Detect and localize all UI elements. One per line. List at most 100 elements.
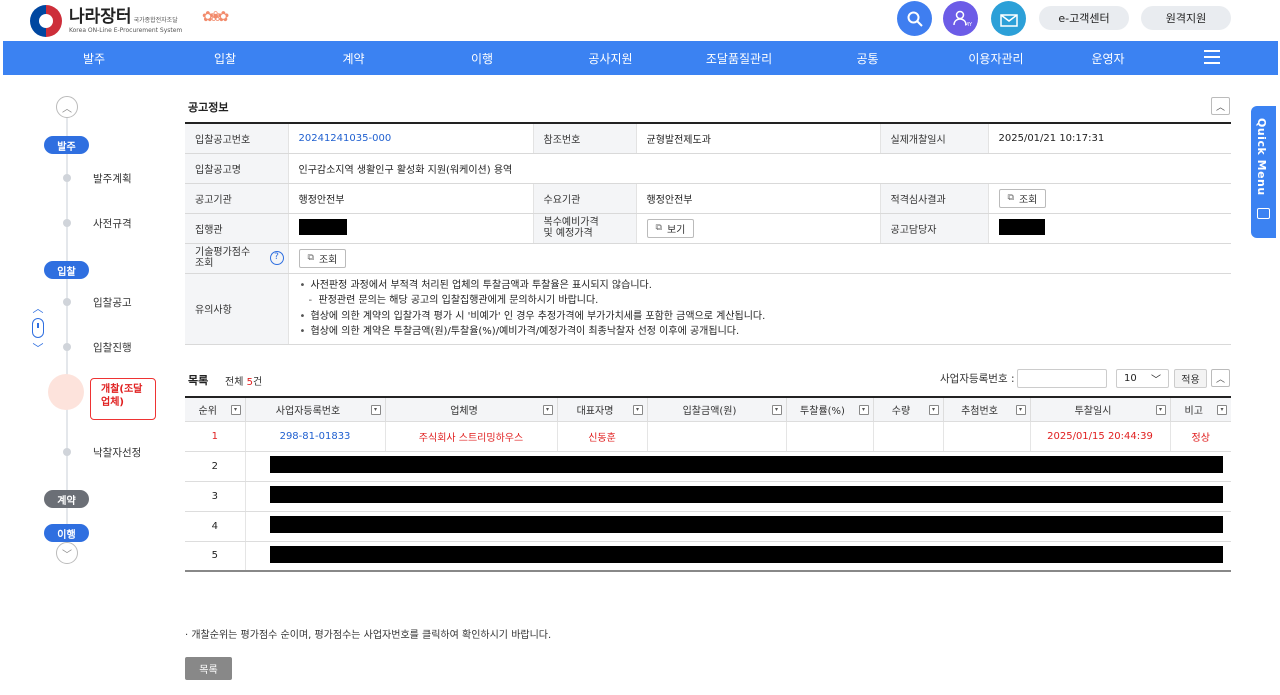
remote-support-button[interactable]: 원격지원 bbox=[1141, 6, 1231, 30]
nav-item-operator[interactable]: 운영자 bbox=[1036, 50, 1180, 67]
nav-item-performance[interactable]: 이행 bbox=[442, 50, 522, 67]
nav-item-user-management[interactable]: 이용자관리 bbox=[956, 50, 1036, 67]
col-header-biz-no[interactable]: 사업자등록번호 ▾ bbox=[245, 397, 386, 422]
col-header-label: 업체명 bbox=[450, 405, 478, 417]
tech-score-view-button[interactable]: ⧉ 조회 bbox=[298, 248, 347, 268]
scroll-up-button[interactable]: ︿ bbox=[56, 96, 78, 118]
step-pre-spec[interactable]: 사전규격 bbox=[93, 216, 132, 231]
nav-item-quality[interactable]: 조달품질관리 bbox=[699, 50, 779, 67]
nav-item-common[interactable]: 공통 bbox=[779, 50, 956, 67]
sort-icon[interactable]: ▾ bbox=[1015, 405, 1026, 415]
qualification-view-button[interactable]: ⧉ 조회 bbox=[998, 188, 1047, 208]
row-redacted bbox=[269, 516, 1223, 533]
sort-icon[interactable]: ▾ bbox=[370, 405, 381, 415]
nav-item-contract[interactable]: 계약 bbox=[265, 50, 442, 67]
bid-no-link[interactable]: 20241241035-000 bbox=[299, 133, 392, 144]
col-header-label: 대표자명 bbox=[576, 405, 614, 417]
step-bid-progress[interactable]: 입찰진행 bbox=[93, 340, 132, 355]
quick-menu-label: Quick Menu bbox=[1255, 118, 1268, 196]
sort-icon[interactable]: ▾ bbox=[1155, 405, 1166, 415]
sort-icon[interactable]: ▾ bbox=[542, 405, 553, 415]
quick-menu[interactable]: Quick Menu bbox=[1251, 106, 1276, 238]
col-header-amount[interactable]: 입찰금액(원) ▾ bbox=[647, 397, 787, 422]
tech-score-label-line1: 기술평가점수 bbox=[195, 246, 251, 258]
col-header-rank[interactable]: 순위 ▾ bbox=[185, 397, 246, 422]
phase-performance[interactable]: 이행 bbox=[44, 524, 89, 542]
active-step-indicator bbox=[48, 374, 84, 410]
site-logo[interactable]: 나라장터 국가종합전자조달 Korea ON-Line E-Procurement… bbox=[30, 5, 182, 37]
apply-button[interactable]: 적용 bbox=[1174, 369, 1207, 388]
page-size-select[interactable]: 10 ﹀ bbox=[1116, 369, 1169, 388]
table-row: 5 bbox=[185, 541, 1231, 571]
demand-org-value: 행정안전부 bbox=[636, 183, 881, 214]
col-header-note[interactable]: 비고 ▾ bbox=[1170, 397, 1231, 422]
chevron-down-icon: ﹀ bbox=[1151, 375, 1161, 386]
biz-no-filter-input[interactable] bbox=[1017, 369, 1107, 388]
customer-center-button[interactable]: e-고객센터 bbox=[1039, 6, 1129, 30]
search-button[interactable] bbox=[897, 1, 932, 36]
note-item: 협상에 의한 계약의 입찰가격 평가 시 '비예가' 인 경우 추정가격에 부가… bbox=[299, 309, 1222, 325]
ranking-footnote: · 개찰순위는 평가점수 순이며, 평가점수는 사업자번호를 클릭하여 확인하시… bbox=[185, 630, 552, 641]
open-datetime-label: 실제개찰일시 bbox=[880, 123, 989, 154]
chevron-down-icon: ﹀ bbox=[62, 549, 72, 561]
top-bar: 나라장터 국가종합전자조달 Korea ON-Line E-Procurement… bbox=[0, 0, 1280, 41]
notice-collapse-button[interactable]: ︿ bbox=[1211, 97, 1230, 115]
manager-redacted bbox=[998, 218, 1045, 235]
qualification-view-label: 조회 bbox=[1018, 194, 1038, 206]
sort-icon[interactable]: ▾ bbox=[230, 405, 241, 415]
phase-contract[interactable]: 계약 bbox=[44, 490, 89, 508]
message-button[interactable] bbox=[991, 1, 1026, 36]
sort-icon[interactable]: ▾ bbox=[928, 405, 939, 415]
sort-icon[interactable]: ▾ bbox=[1217, 405, 1227, 415]
step-award[interactable]: 낙찰자선정 bbox=[93, 445, 141, 460]
col-header-ceo[interactable]: 대표자명 ▾ bbox=[557, 397, 648, 422]
table-row: 2 bbox=[185, 451, 1231, 482]
step-dot bbox=[63, 343, 71, 351]
col-header-rate[interactable]: 투찰률(%) ▾ bbox=[786, 397, 874, 422]
col-header-label: 수량 bbox=[891, 405, 911, 417]
phase-order[interactable]: 발주 bbox=[44, 136, 89, 154]
col-header-draw-no[interactable]: 추첨번호 ▾ bbox=[943, 397, 1031, 422]
mouse-scroll-control[interactable]: ︿ ﹀ bbox=[31, 300, 45, 355]
nav-item-bid[interactable]: 입찰 bbox=[185, 50, 265, 67]
cell-biz-no-link[interactable]: 298-81-01833 bbox=[245, 421, 386, 452]
col-header-label: 투찰일시 bbox=[1074, 405, 1112, 417]
step-dot bbox=[63, 448, 71, 456]
step-opening-active[interactable]: 개찰(조달 업체) bbox=[90, 378, 156, 420]
nav-item-order[interactable]: 발주 bbox=[3, 50, 185, 67]
back-to-list-button[interactable]: 목록 bbox=[185, 657, 232, 680]
col-header-quantity[interactable]: 수량 ▾ bbox=[873, 397, 944, 422]
help-icon[interactable]: ? bbox=[269, 250, 284, 265]
qualification-result-label: 적격심사결과 bbox=[880, 183, 989, 214]
step-order-plan[interactable]: 발주계획 bbox=[93, 171, 132, 186]
list-total-count: 전체 5건 bbox=[225, 373, 262, 388]
process-sidebar: ︿ 발주 발주계획 사전규격 입찰 입찰공고 입찰진행 개찰(조달 업체) 낙찰… bbox=[0, 75, 170, 695]
phase-bid[interactable]: 입찰 bbox=[44, 261, 89, 279]
my-label: MY bbox=[964, 22, 972, 28]
table-header-row: 순위 ▾ 사업자등록번호 ▾ 업체명 ▾ 대표자명 ▾ 입찰금액(원) ▾ 투찰률(%) ▾… bbox=[185, 397, 1231, 422]
multi-price-view-button[interactable]: ⧉ 보기 bbox=[646, 218, 695, 238]
sort-icon[interactable]: ▾ bbox=[858, 405, 869, 415]
row-redacted bbox=[269, 456, 1223, 473]
cell-company: 주식회사 스트리밍하우스 bbox=[385, 421, 558, 452]
bid-name-label: 입찰공고명 bbox=[185, 153, 289, 184]
scroll-down-button[interactable]: ﹀ bbox=[56, 542, 78, 564]
cell-quantity bbox=[873, 421, 944, 452]
col-header-bid-datetime[interactable]: 투찰일시 ▾ bbox=[1030, 397, 1171, 422]
search-icon bbox=[907, 11, 923, 27]
tech-score-label-line2: 조회 bbox=[195, 258, 214, 269]
sort-icon[interactable]: ▾ bbox=[632, 405, 643, 415]
step-bid-notice[interactable]: 입찰공고 bbox=[93, 295, 132, 310]
my-page-button[interactable]: MY bbox=[943, 1, 978, 36]
chevron-up-icon: ︿ bbox=[62, 103, 72, 115]
sort-icon[interactable]: ▾ bbox=[771, 405, 782, 415]
hamburger-menu-icon[interactable] bbox=[1204, 50, 1220, 64]
multi-price-view-label: 보기 bbox=[666, 224, 686, 236]
list-collapse-button[interactable]: ︿ bbox=[1211, 369, 1230, 387]
col-header-company[interactable]: 업체명 ▾ bbox=[385, 397, 558, 422]
bid-no-label: 입찰공고번호 bbox=[185, 123, 289, 154]
nav-item-construction-support[interactable]: 공사지원 bbox=[522, 50, 699, 67]
count-prefix: 전체 bbox=[225, 377, 247, 388]
open-datetime-value: 2025/01/21 10:17:31 bbox=[988, 123, 1231, 154]
col-header-label: 순위 bbox=[198, 405, 217, 417]
